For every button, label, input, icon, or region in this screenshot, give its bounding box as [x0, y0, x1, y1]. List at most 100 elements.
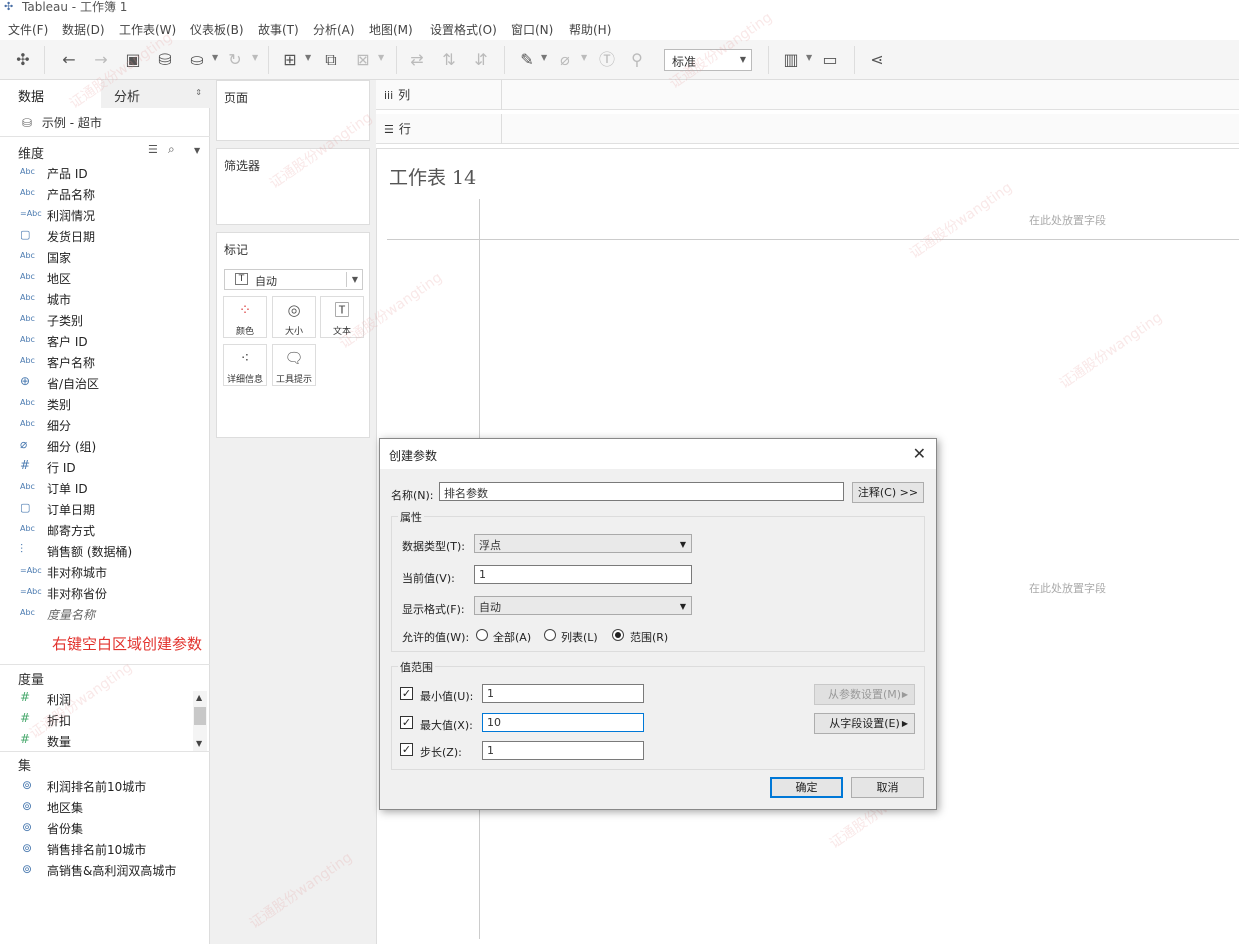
menu-data[interactable]: 数据(D) [62, 21, 105, 38]
menu-story[interactable]: 故事(T) [258, 21, 299, 38]
group-paperclip-icon[interactable]: ⌀ [554, 50, 576, 70]
dimension-item[interactable]: =Abc 利润情况 [0, 205, 210, 226]
dimension-item[interactable]: Abc 地区 [0, 268, 210, 289]
dimension-item[interactable]: ⊕ 省/自治区 [0, 373, 210, 394]
highlight-icon[interactable]: ✎ [516, 50, 538, 70]
set-item[interactable]: ⊚ 省份集 [0, 818, 210, 839]
tab-analysis[interactable]: 分析 ⇕ [101, 80, 210, 108]
scroll-thumb[interactable] [194, 707, 206, 725]
dimension-item[interactable]: # 行 ID [0, 457, 210, 478]
clear-sheet-icon[interactable]: ⊠ [352, 50, 374, 70]
drop-zone-hint[interactable]: 在此处放置字段 [1029, 212, 1106, 228]
dimension-item[interactable]: Abc 产品名称 [0, 184, 210, 205]
sheet-title[interactable]: 工作表 14 [389, 163, 476, 190]
pin-icon[interactable]: ⚲ [626, 50, 648, 70]
new-datasource-icon[interactable]: ⛁ [154, 50, 176, 70]
detail-button[interactable]: ⁖ 详细信息 [223, 344, 267, 386]
drop-zone-hint[interactable]: 在此处放置字段 [1029, 580, 1106, 596]
chevron-down-icon[interactable]: ▼ [806, 53, 812, 62]
radio-all[interactable] [476, 629, 488, 641]
datasource-item[interactable]: ⛁ 示例 - 超市 [22, 114, 102, 131]
chevron-down-icon[interactable]: ▼ [252, 53, 258, 62]
step-checkbox[interactable]: ✓ [400, 743, 413, 756]
rows-shelf[interactable]: ☰ 行 [376, 114, 1239, 144]
min-input[interactable]: 1 [482, 684, 644, 703]
show-mark-labels-icon[interactable]: Ⓣ [596, 50, 618, 70]
menu-format[interactable]: 设置格式(O) [430, 21, 497, 38]
measure-item[interactable]: # 利润 [0, 689, 210, 710]
set-item[interactable]: ⊚ 销售排名前10城市 [0, 839, 210, 860]
dimension-item[interactable]: Abc 国家 [0, 247, 210, 268]
dimension-item[interactable]: ▢ 发货日期 [0, 226, 210, 247]
close-icon[interactable]: ✕ [913, 444, 926, 463]
dimension-item[interactable]: =Abc 非对称城市 [0, 562, 210, 583]
measure-item[interactable]: # 折扣 [0, 710, 210, 731]
measures-scrollbar[interactable]: ▲ ▼ [193, 691, 207, 751]
search-icon[interactable]: ⌕ [168, 142, 175, 157]
duplicate-sheet-icon[interactable]: ⧉ [320, 50, 342, 70]
radio-range[interactable] [612, 629, 624, 641]
cancel-button[interactable]: 取消 [851, 777, 924, 798]
undo-icon[interactable]: ← [58, 50, 80, 70]
menu-analysis[interactable]: 分析(A) [313, 21, 355, 38]
show-cards-icon[interactable]: ▥ [780, 50, 802, 70]
pause-updates-icon[interactable]: ⛀ [186, 50, 208, 70]
menu-window[interactable]: 窗口(N) [511, 21, 553, 38]
dimension-item[interactable]: ⫶ 销售额 (数据桶) [0, 541, 210, 562]
share-icon[interactable]: ⋖ [866, 50, 888, 70]
pages-card[interactable]: 页面 [216, 80, 370, 141]
dimension-item[interactable]: Abc 产品 ID [0, 163, 210, 184]
scroll-down-icon[interactable]: ▼ [196, 739, 202, 748]
menu-worksheet[interactable]: 工作表(W) [119, 21, 176, 38]
ok-button[interactable]: 确定 [770, 777, 843, 798]
set-item[interactable]: ⊚ 地区集 [0, 797, 210, 818]
mark-type-dropdown[interactable]: T 自动 ▼ [224, 269, 363, 290]
menu-map[interactable]: 地图(M) [369, 21, 413, 38]
tableau-home-icon[interactable]: ✣ [12, 50, 34, 70]
scroll-up-icon[interactable]: ▲ [196, 693, 202, 702]
refresh-icon[interactable]: ↻ [224, 50, 246, 70]
radio-list-label[interactable]: 列表(L) [561, 629, 598, 645]
new-worksheet-icon[interactable]: ⊞ [279, 50, 301, 70]
color-button[interactable]: ⁘ 颜色 [223, 296, 267, 338]
tooltip-button[interactable]: 🗨 工具提示 [272, 344, 316, 386]
tab-data[interactable]: 数据 [0, 80, 101, 108]
from-field-button[interactable]: 从字段设置(E) ▶ [814, 713, 915, 734]
dimension-item[interactable]: Abc 度量名称 [0, 604, 210, 625]
display-format-select[interactable]: 自动 ▼ [474, 596, 692, 615]
dimension-item[interactable]: Abc 子类别 [0, 310, 210, 331]
text-button[interactable]: 🅃 文本 [320, 296, 364, 338]
menu-file[interactable]: 文件(F) [8, 21, 48, 38]
dimension-item[interactable]: ▢ 订单日期 [0, 499, 210, 520]
redo-icon[interactable]: → [90, 50, 112, 70]
save-icon[interactable]: ▣ [122, 50, 144, 70]
measure-item[interactable]: # 数量 [0, 731, 210, 752]
current-value-input[interactable]: 1 [474, 565, 692, 584]
from-parameter-button[interactable]: 从参数设置(M) ▶ [814, 684, 915, 705]
radio-list[interactable] [544, 629, 556, 641]
chevron-down-icon[interactable]: ▼ [541, 53, 547, 62]
dimension-item[interactable]: Abc 邮寄方式 [0, 520, 210, 541]
chevron-down-icon[interactable]: ▼ [212, 53, 218, 62]
comment-button[interactable]: 注释(C) >> [852, 482, 924, 503]
fit-dropdown[interactable]: 标准 ▼ [664, 49, 752, 71]
view-toggle-icon[interactable]: ☰ [148, 143, 158, 156]
name-input[interactable]: 排名参数 [439, 482, 844, 501]
filters-card[interactable]: 筛选器 [216, 148, 370, 225]
dimension-item[interactable]: Abc 城市 [0, 289, 210, 310]
dimension-item[interactable]: Abc 类别 [0, 394, 210, 415]
columns-shelf[interactable]: iii 列 [376, 80, 1239, 110]
chevron-down-icon[interactable]: ▼ [194, 146, 200, 155]
dimension-item[interactable]: Abc 细分 [0, 415, 210, 436]
menu-dashboard[interactable]: 仪表板(B) [190, 21, 244, 38]
step-input[interactable]: 1 [482, 741, 644, 760]
chevron-down-icon[interactable]: ▼ [378, 53, 384, 62]
max-input[interactable]: 10 [482, 713, 644, 732]
dimension-item[interactable]: ⌀ 细分 (组) [0, 436, 210, 457]
radio-all-label[interactable]: 全部(A) [493, 629, 531, 645]
size-button[interactable]: ◎ 大小 [272, 296, 316, 338]
sort-descending-icon[interactable]: ⇵ [470, 50, 492, 70]
set-item[interactable]: ⊚ 高销售&高利润双高城市 [0, 860, 210, 881]
menu-help[interactable]: 帮助(H) [569, 21, 611, 38]
max-checkbox[interactable]: ✓ [400, 716, 413, 729]
